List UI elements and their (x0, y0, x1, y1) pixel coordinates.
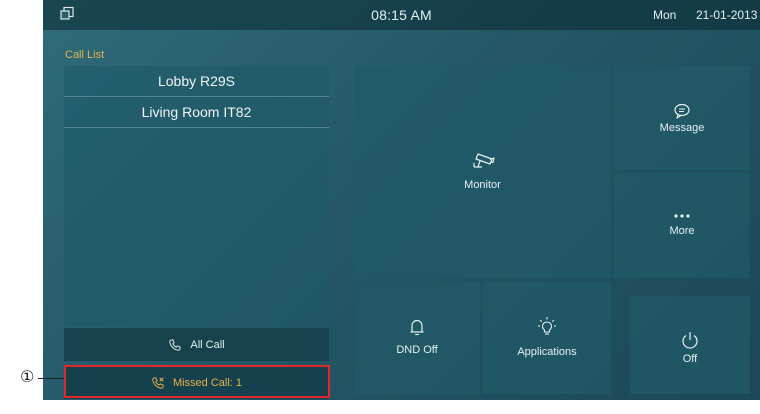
screen: 08:15 AM Mon 21-01-2013 Call List Lobby … (43, 0, 760, 414)
status-day: Mon (653, 8, 677, 22)
off-label: Off (682, 353, 698, 365)
dnd-tile[interactable]: DND Off (354, 282, 480, 394)
lightbulb-icon (538, 317, 556, 335)
chat-bubble-icon (674, 103, 690, 119)
call-list-item[interactable]: Living Room IT82 (64, 97, 329, 127)
status-bar: 08:15 AM Mon 21-01-2013 (43, 0, 760, 30)
camera-icon (472, 153, 495, 168)
all-call-label: All Call (190, 338, 225, 351)
more-tile[interactable]: More (614, 173, 750, 278)
all-call-button[interactable]: All Call (64, 328, 329, 361)
message-label: Message (659, 122, 705, 134)
monitor-tile[interactable]: Monitor (354, 66, 611, 278)
monitor-label: Monitor (464, 179, 501, 191)
call-list-item[interactable]: Lobby R29S (64, 66, 329, 96)
off-tile[interactable]: Off (630, 296, 750, 394)
callout-number: ① (20, 367, 35, 386)
missed-call-icon (152, 376, 164, 389)
applications-tile[interactable]: Applications (483, 282, 611, 394)
more-label: More (669, 225, 695, 237)
missed-call-button[interactable]: Missed Call: 1 (64, 366, 329, 399)
more-dots-icon (674, 214, 690, 218)
call-list-title: Call List (65, 49, 105, 61)
dnd-label: DND Off (396, 344, 438, 356)
bell-icon (410, 319, 424, 336)
message-tile[interactable]: Message (614, 66, 750, 170)
applications-label: Applications (517, 346, 577, 358)
missed-call-label: Missed Call: 1 (172, 376, 243, 389)
call-list-panel: Lobby R29S Living Room IT82 (64, 66, 329, 326)
status-date: 21-01-2013 (696, 8, 758, 22)
screen-bottom-edge (43, 400, 760, 414)
callout-line (38, 378, 64, 379)
divider (64, 127, 329, 128)
phone-icon (169, 338, 182, 351)
power-icon (682, 332, 698, 349)
